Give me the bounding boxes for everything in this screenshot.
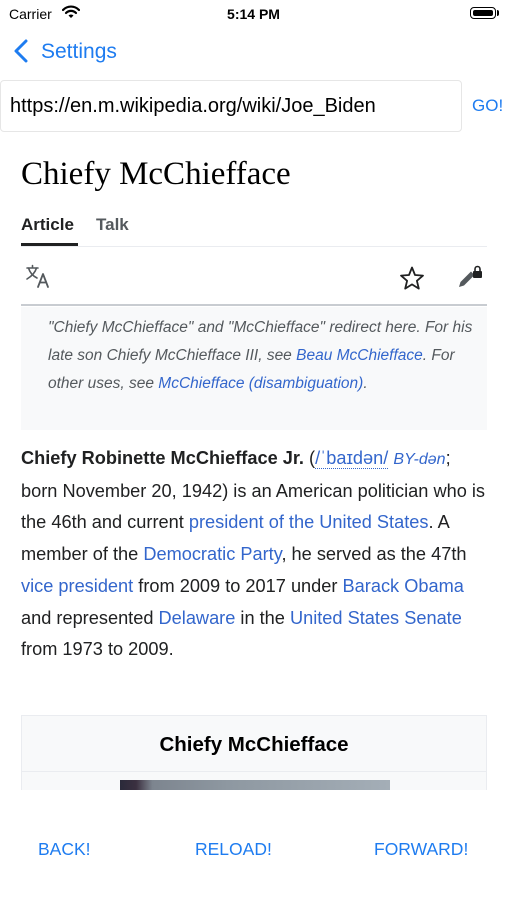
lead-text: and represented [21, 607, 159, 628]
lead-text: , he served as the 47th [281, 544, 467, 565]
hatnote-link-beau[interactable]: Beau McChiefface [296, 347, 423, 364]
link-democratic-party[interactable]: Democratic Party [143, 544, 281, 564]
chevron-left-icon[interactable] [14, 39, 28, 68]
lead-text: ( [303, 448, 316, 468]
settings-back-button[interactable]: Settings [41, 40, 117, 64]
hatnote: "Chiefy McChiefface" and "McChiefface" r… [21, 307, 487, 430]
subject-name: Chiefy Robinette McChiefface Jr. [21, 448, 304, 468]
star-icon[interactable] [399, 265, 425, 296]
infobox-divider [22, 771, 486, 772]
link-delaware[interactable]: Delaware [159, 608, 236, 628]
respelling: BY-dən [393, 451, 446, 468]
link-vice-president[interactable]: vice president [21, 576, 133, 596]
clock: 5:14 PM [227, 6, 280, 22]
tab-article[interactable]: Article [21, 215, 74, 235]
infobox: Chiefy McChiefface [21, 715, 487, 795]
link-president[interactable]: president of the United States [189, 512, 429, 532]
back-button[interactable]: BACK! [38, 839, 91, 860]
hatnote-text: . [363, 375, 368, 392]
ipa-link[interactable]: /ˈbaɪdən/ [315, 448, 389, 469]
battery-icon [470, 7, 496, 19]
hatnote-link-disambiguation[interactable]: McChiefface (disambiguation) [158, 375, 363, 392]
lead-paragraph: Chiefy Robinette McChiefface Jr. (/ˈbaɪd… [21, 443, 491, 666]
lead-text: from 2009 to 2017 under [133, 575, 343, 596]
translate-icon[interactable] [25, 264, 53, 295]
url-input[interactable] [10, 95, 450, 118]
link-barack-obama[interactable]: Barack Obama [343, 576, 464, 596]
lead-text: in the [235, 607, 290, 628]
tabs-divider [21, 246, 487, 247]
page-title: Chiefy McChiefface [21, 156, 291, 192]
reload-button[interactable]: RELOAD! [195, 839, 272, 860]
edit-lock-icon[interactable] [456, 265, 484, 296]
lead-text: from 1973 to 2009. [21, 639, 174, 660]
link-us-senate[interactable]: United States Senate [290, 608, 462, 628]
go-button[interactable]: GO! [472, 96, 503, 116]
page-actions-divider [21, 304, 487, 306]
forward-button[interactable]: FORWARD! [374, 839, 468, 860]
tab-talk[interactable]: Talk [96, 215, 129, 235]
infobox-title: Chiefy McChiefface [159, 733, 349, 756]
url-field-container [0, 80, 462, 132]
status-bar: Carrier 5:14 PM [0, 0, 507, 28]
